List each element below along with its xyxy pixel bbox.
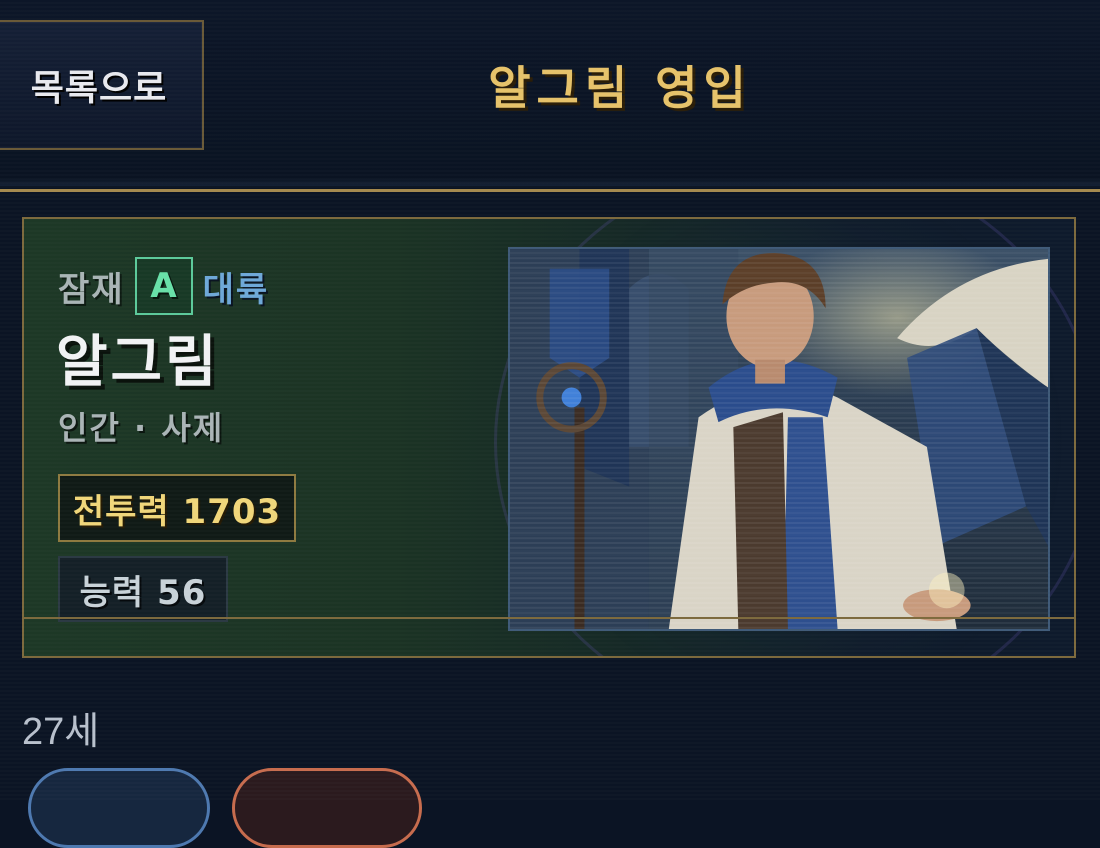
character-name: 알그림 (56, 330, 220, 395)
potential-label: 잠재 (58, 269, 125, 310)
character-portrait-image (510, 249, 1048, 629)
category-label: 대륙 (202, 269, 270, 310)
action-button-right[interactable] (232, 768, 422, 848)
page-title: 알그림 영입 (488, 61, 752, 115)
character-portrait (508, 247, 1050, 631)
grade-badge: A (134, 257, 193, 315)
back-to-list-button[interactable]: 목록으로 (0, 20, 204, 150)
header-shadow (0, 178, 1100, 186)
character-card: 잠재 A 대륙 알그림 인간 · 사제 전투력 1703 능력 56 (22, 217, 1076, 658)
header-divider (0, 189, 1100, 192)
card-inner-line (24, 617, 1074, 619)
character-race-class: 인간 · 사제 (58, 409, 225, 447)
action-button-left[interactable] (28, 768, 210, 848)
character-age: 27세 (22, 711, 100, 753)
ability-badge: 능력 56 (58, 556, 228, 622)
tag-row: 잠재 A 대륙 (58, 257, 269, 315)
top-bar: 목록으로 알그림 영입 (0, 0, 1100, 190)
combat-power-badge: 전투력 1703 (58, 474, 296, 542)
